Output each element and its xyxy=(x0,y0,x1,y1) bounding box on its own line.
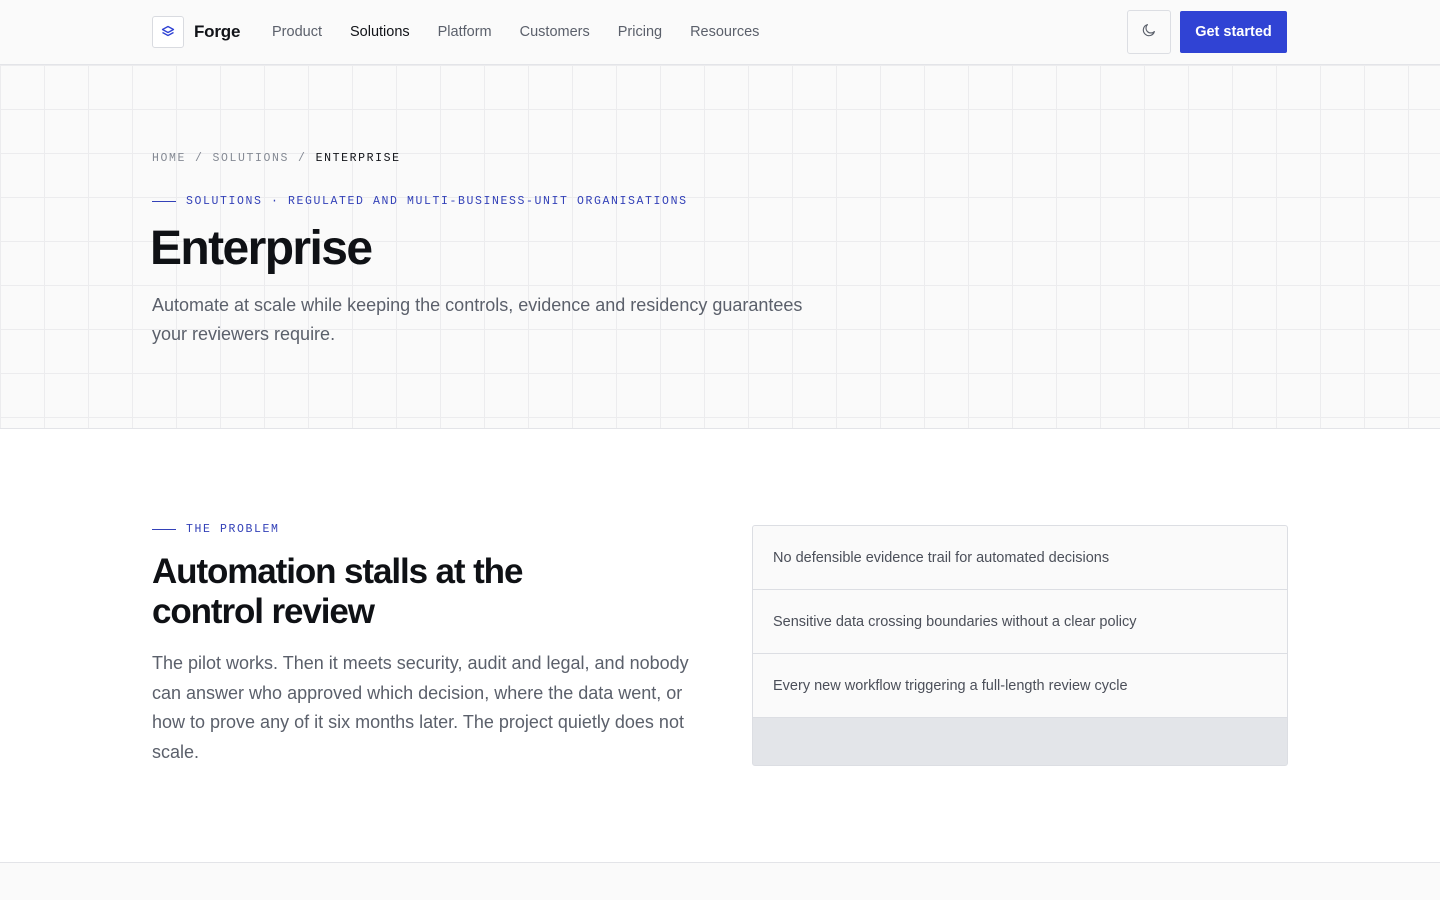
theme-toggle-button[interactable] xyxy=(1127,10,1171,54)
list-item: Sensitive data crossing boundaries witho… xyxy=(753,590,1287,654)
page-title: Enterprise xyxy=(150,222,373,275)
issue-list: No defensible evidence trail for automat… xyxy=(752,525,1288,766)
brand-logo-link[interactable]: Forge xyxy=(152,15,240,48)
breadcrumb-separator: / xyxy=(298,152,307,165)
hero-eyebrow-text: SOLUTIONS · REGULATED AND MULTI-BUSINESS… xyxy=(186,195,688,208)
moon-icon xyxy=(1142,22,1157,42)
hero-subtitle: Automate at scale while keeping the cont… xyxy=(152,295,803,344)
hero-section: HOME / SOLUTIONS / ENTERPRISE SOLUTIONS … xyxy=(0,65,1440,429)
main-nav: Product Solutions Platform Customers Pri… xyxy=(272,0,759,64)
breadcrumb-solutions[interactable]: SOLUTIONS xyxy=(213,152,290,165)
get-started-button[interactable]: Get started xyxy=(1180,11,1287,53)
breadcrumb-current: ENTERPRISE xyxy=(315,152,401,165)
hero-eyebrow: SOLUTIONS · REGULATED AND MULTI-BUSINESS… xyxy=(152,195,688,208)
next-section-band xyxy=(0,862,1440,900)
breadcrumb: HOME / SOLUTIONS / ENTERPRISE xyxy=(152,152,401,165)
nav-item-product[interactable]: Product xyxy=(272,24,322,40)
nav-item-platform[interactable]: Platform xyxy=(438,24,492,40)
list-item: No defensible evidence trail for automat… xyxy=(753,526,1287,590)
nav-item-customers[interactable]: Customers xyxy=(520,24,590,40)
breadcrumb-separator: / xyxy=(195,152,204,165)
layers-icon xyxy=(152,15,184,48)
problem-title: Automation stalls at the control review xyxy=(152,552,523,631)
problem-eyebrow-text: THE PROBLEM xyxy=(186,523,280,536)
nav-item-pricing[interactable]: Pricing xyxy=(618,24,662,40)
eyebrow-rule xyxy=(152,529,176,530)
eyebrow-rule xyxy=(152,201,176,202)
nav-item-resources[interactable]: Resources xyxy=(690,24,759,40)
nav-item-solutions[interactable]: Solutions xyxy=(350,24,410,40)
brand-name: Forge xyxy=(194,21,241,41)
list-item: Every new workflow triggering a full-len… xyxy=(753,654,1287,718)
breadcrumb-home[interactable]: HOME xyxy=(152,152,186,165)
problem-eyebrow: THE PROBLEM xyxy=(152,523,280,536)
problem-body: The pilot works. Then it meets security,… xyxy=(152,653,689,762)
site-header: Forge Product Solutions Platform Custome… xyxy=(0,0,1440,65)
